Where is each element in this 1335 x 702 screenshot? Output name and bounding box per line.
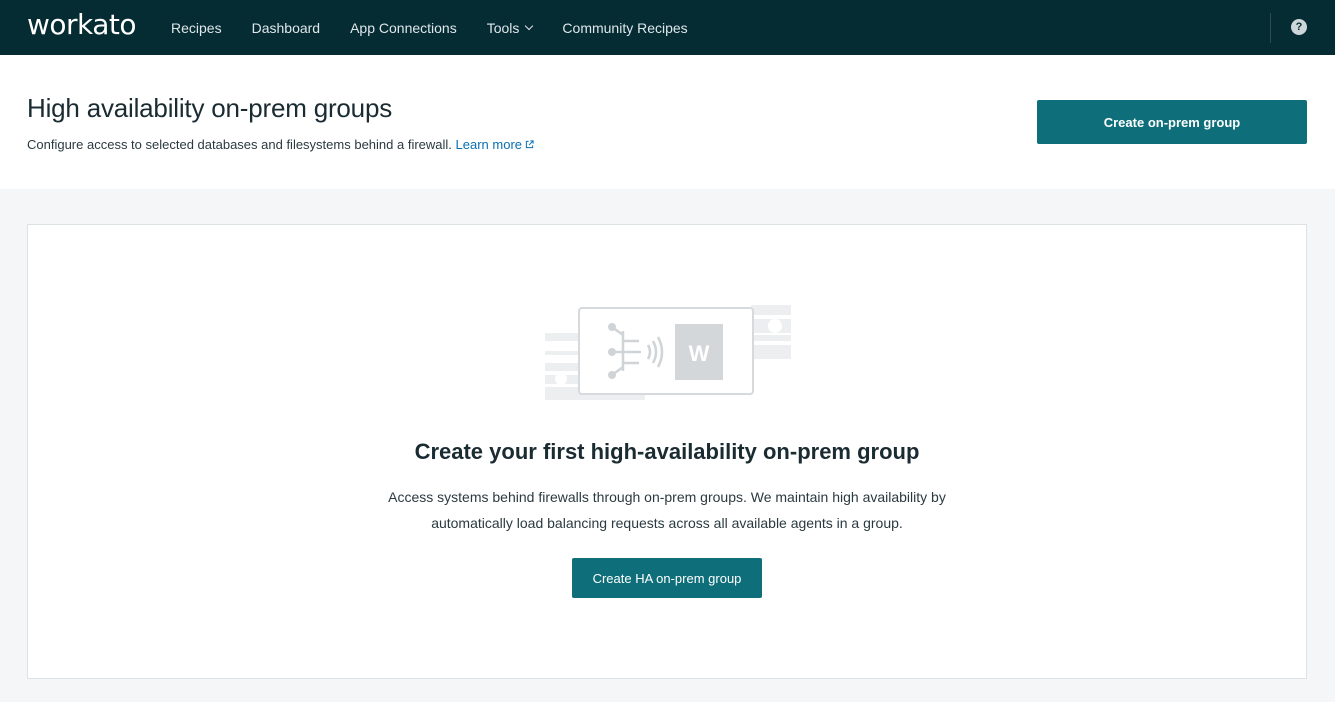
page-subtitle-text: Configure access to selected databases a… (27, 137, 452, 152)
nav-item-community-recipes[interactable]: Community Recipes (562, 20, 687, 36)
nav-item-tools-label: Tools (486, 19, 520, 36)
create-ha-on-prem-group-button[interactable]: Create HA on-prem group (572, 558, 762, 598)
nav-item-dashboard[interactable]: Dashboard (252, 20, 321, 36)
page-header: High availability on-prem groups Configu… (0, 55, 1335, 189)
illustration-letter: W (689, 341, 710, 366)
learn-more-label: Learn more (455, 137, 523, 152)
nav-menu: Recipes Dashboard App Connections Tools … (171, 0, 718, 55)
nav-item-recipes[interactable]: Recipes (171, 20, 222, 36)
top-navbar: workato Recipes Dashboard App Connection… (0, 0, 1335, 55)
external-link-icon (525, 140, 534, 149)
nav-divider (1270, 13, 1271, 43)
workato-agent-illustration: W (545, 305, 791, 400)
workato-logo[interactable]: workato (27, 8, 137, 41)
page-title: High availability on-prem groups (27, 93, 393, 123)
nav-item-tools[interactable]: Tools (486, 19, 534, 36)
page-subtitle: Configure access to selected databases a… (27, 137, 534, 152)
create-on-prem-group-button[interactable]: Create on-prem group (1037, 100, 1307, 144)
empty-state-title: Create your first high-availability on-p… (414, 439, 920, 464)
help-icon[interactable]: ? (1291, 19, 1307, 35)
learn-more-link[interactable]: Learn more (456, 137, 534, 152)
chevron-down-icon (525, 21, 534, 30)
empty-state-card: W Create your first high-availability on… (27, 224, 1307, 679)
empty-state-description: Access systems behind firewalls through … (28, 484, 1306, 536)
empty-state-description-line2: automatically load balancing requests ac… (431, 515, 903, 531)
empty-state-description-line1: Access systems behind firewalls through … (388, 489, 946, 505)
nav-item-app-connections[interactable]: App Connections (350, 20, 457, 36)
